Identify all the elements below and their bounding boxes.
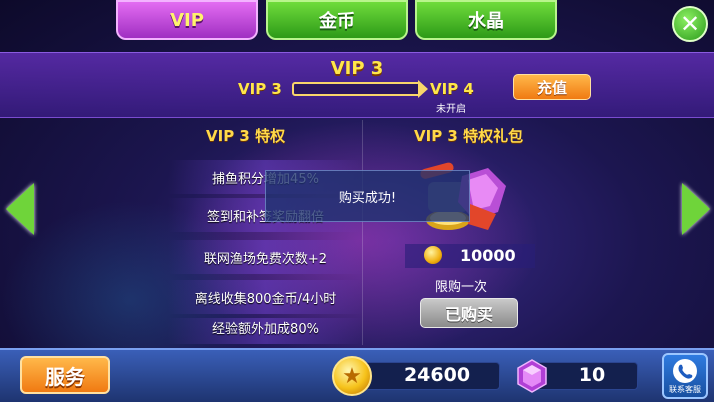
phone-icon [673,359,697,383]
purchase-success-toast: 购买成功! [265,170,470,222]
next-vip-status: 未开启 [436,104,466,115]
toast-message: 购买成功! [338,190,397,206]
gem-icon [517,359,547,393]
prev-page-arrow-icon[interactable] [6,183,34,235]
privilege-item: 经验额外加成80% [168,318,363,344]
privilege-item: 联网渔场免费次数+2 [168,240,363,274]
customer-support-button[interactable]: 联系客服 [662,353,708,399]
support-label: 联系客服 [669,385,701,394]
privileges-title: VIP 3 特权 [206,127,286,145]
tab-gold[interactable]: 金币 [266,0,408,40]
gift-limit-text: 限购一次 [435,280,488,295]
close-button[interactable]: ✕ [672,6,708,42]
current-vip-label: VIP 3 [238,80,282,98]
progress-arrow-icon [418,80,428,98]
coin-star-icon: ★ [332,356,372,396]
gift-price: 10000 [460,246,516,265]
close-icon: ✕ [679,10,701,38]
tab-crystal[interactable]: 水晶 [415,0,557,40]
purchased-button[interactable]: 已购买 [420,298,518,328]
service-button[interactable]: 服务 [20,356,110,394]
vip-level-title: VIP 3 [330,58,384,79]
tab-vip[interactable]: VIP [116,0,258,40]
privilege-item: 离线收集800金币/4小时 [168,280,363,314]
coin-balance: 24600 [403,364,471,386]
recharge-button[interactable]: 充值 [513,74,591,100]
next-page-arrow-icon[interactable] [682,183,710,235]
next-vip-label: VIP 4 [430,80,474,98]
vip-progress-bar [292,82,422,96]
gift-title: VIP 3 特权礼包 [414,127,524,145]
coin-icon [424,246,442,264]
gem-balance: 10 [578,364,606,386]
